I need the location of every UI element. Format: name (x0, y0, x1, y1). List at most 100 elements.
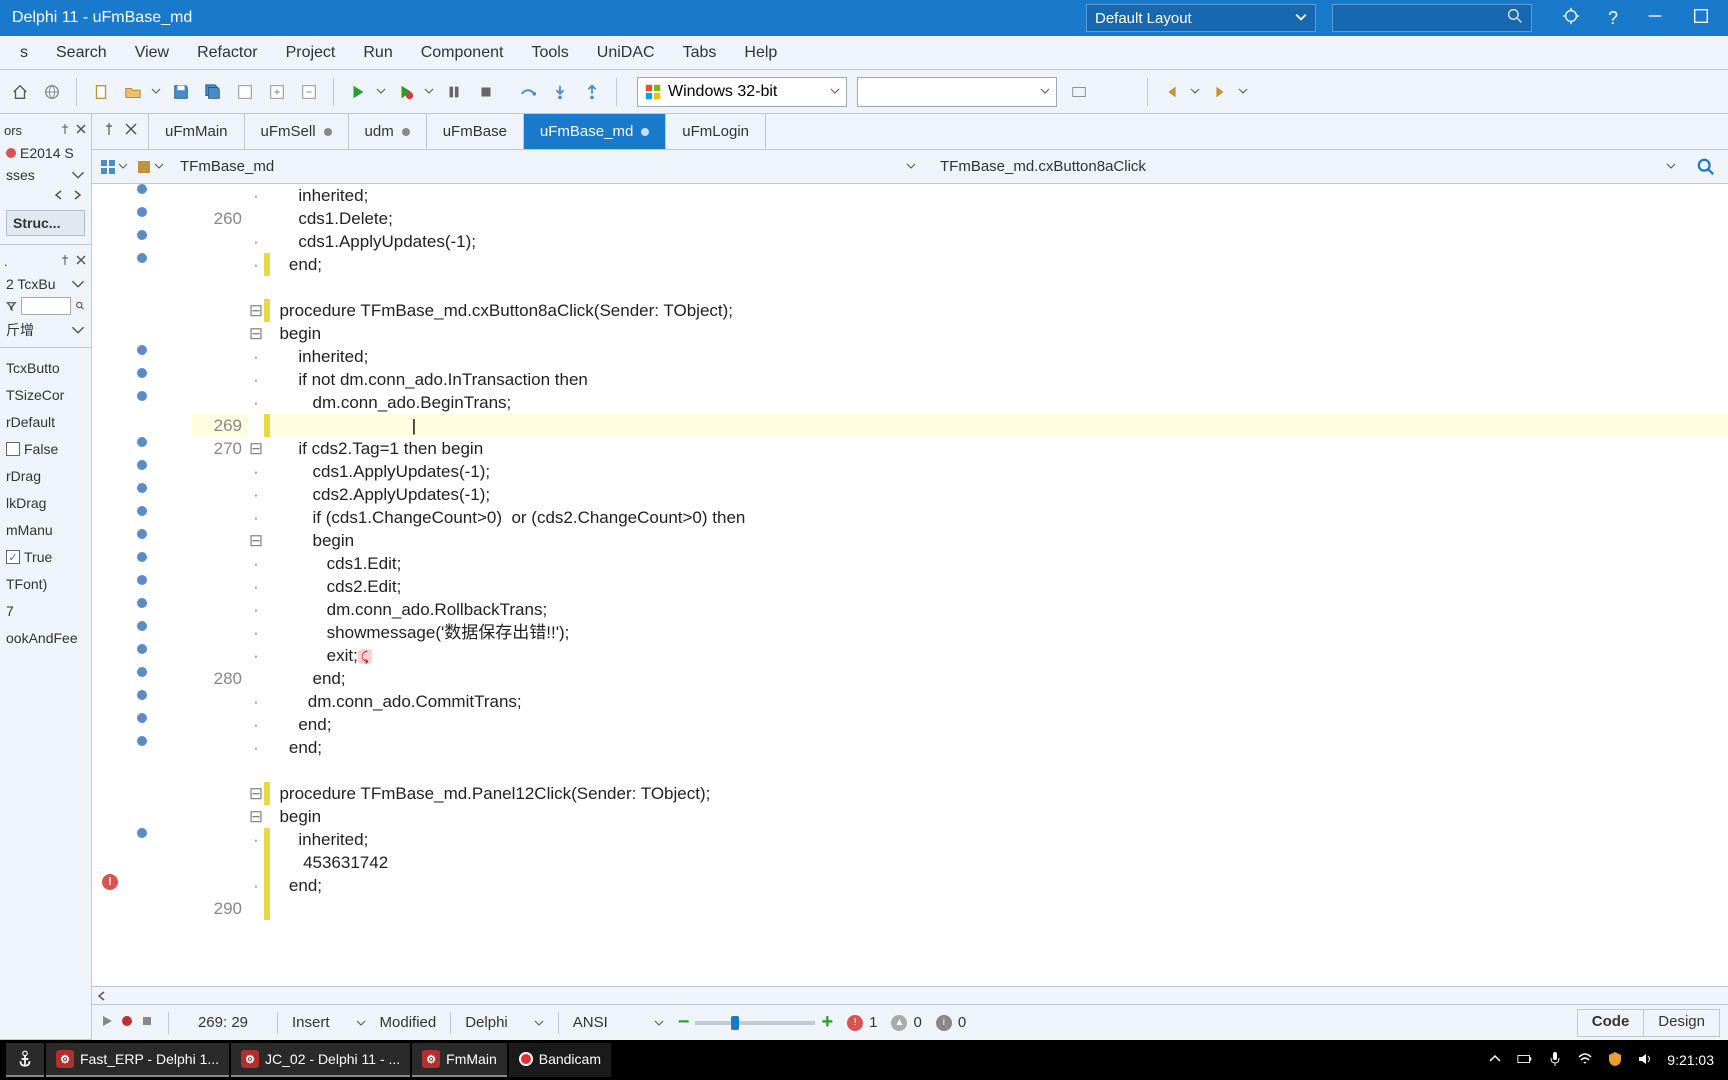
filter-icon[interactable] (6, 298, 17, 314)
taskbar-item[interactable]: Bandicam (509, 1043, 611, 1077)
save-all-icon[interactable] (199, 78, 227, 106)
pin-icon[interactable] (59, 254, 71, 269)
file-tab-uFmBase[interactable]: uFmBase (427, 114, 524, 149)
insert-mode-combo[interactable]: Insert (292, 1014, 366, 1031)
open-dropdown[interactable] (151, 83, 163, 101)
file-tab-udm[interactable]: udm (349, 114, 427, 149)
close-icon[interactable] (75, 254, 87, 269)
taskbar-item[interactable]: ⚙Fast_ERP - Delphi 1... (46, 1043, 229, 1077)
scroll-left-icon[interactable] (96, 989, 108, 1007)
clock[interactable]: 9:21:03 (1667, 1052, 1714, 1068)
panel-item[interactable]: sses (4, 164, 87, 186)
members-icon[interactable] (136, 158, 164, 175)
menu-item-run[interactable]: Run (349, 38, 406, 68)
stop-icon[interactable] (472, 78, 500, 106)
device-combo[interactable] (857, 77, 1057, 107)
taskbar-item[interactable] (6, 1043, 44, 1077)
menu-item-tabs[interactable]: Tabs (669, 38, 731, 68)
property-item[interactable]: False (4, 433, 87, 460)
zoom-out-icon[interactable]: − (678, 1011, 690, 1034)
run-dropdown[interactable] (376, 83, 388, 101)
panel-item[interactable]: 2 TcxBu (4, 273, 87, 295)
macro-record-icon[interactable] (120, 1014, 134, 1032)
open-unit-icon[interactable] (231, 78, 259, 106)
battery-icon[interactable] (1517, 1051, 1533, 1070)
help-icon[interactable]: ? (1608, 8, 1618, 29)
panel-item[interactable]: 斤增 (4, 317, 87, 343)
filter-input[interactable] (21, 297, 71, 315)
speaker-icon[interactable] (1637, 1051, 1653, 1070)
project-remove-icon[interactable] (295, 78, 323, 106)
wifi-icon[interactable] (1577, 1051, 1593, 1070)
project-add-icon[interactable] (263, 78, 291, 106)
structure-button[interactable]: Struc... (6, 210, 85, 236)
taskbar-item[interactable]: ⚙JC_02 - Delphi 11 - ... (231, 1043, 410, 1077)
property-item[interactable]: TSizeCor (4, 379, 87, 406)
layout-combo[interactable]: Default Layout (1086, 4, 1316, 32)
nav-back-icon[interactable] (1158, 78, 1186, 106)
close-icon[interactable] (124, 122, 138, 141)
encoding-combo[interactable]: ANSI (573, 1014, 664, 1031)
search-icon[interactable] (1692, 153, 1720, 181)
taskbar-item[interactable]: ⚙FmMain (412, 1043, 507, 1077)
types-icon[interactable] (100, 158, 128, 175)
property-item[interactable]: mManu (4, 514, 87, 541)
maximize-icon[interactable] (1692, 7, 1710, 30)
run-debug-icon[interactable] (392, 78, 420, 106)
menu-item-tools[interactable]: Tools (517, 38, 582, 68)
nav-right-icon[interactable] (71, 188, 83, 204)
menu-item-refactor[interactable]: Refactor (183, 38, 271, 68)
step-out-icon[interactable] (578, 78, 606, 106)
minimize-icon[interactable] (1646, 7, 1664, 30)
macro-stop-icon[interactable] (140, 1014, 154, 1032)
horizontal-scrollbar[interactable] (92, 986, 1728, 1004)
security-icon[interactable] (1607, 1051, 1623, 1070)
file-tab-uFmBase_md[interactable]: uFmBase_md (524, 114, 666, 149)
property-item[interactable]: rDrag (4, 460, 87, 487)
error-count[interactable]: !1 (847, 1014, 877, 1031)
pause-icon[interactable] (440, 78, 468, 106)
zoom-in-icon[interactable]: + (821, 1011, 833, 1034)
new-icon[interactable] (87, 78, 115, 106)
file-tab-uFmSell[interactable]: uFmSell (245, 114, 349, 149)
nav-fwd-dropdown[interactable] (1238, 83, 1250, 101)
pin-icon[interactable] (59, 123, 71, 138)
menu-item-help[interactable]: Help (730, 38, 791, 68)
menu-item-component[interactable]: Component (407, 38, 518, 68)
platform-combo[interactable]: Windows 32-bit (637, 77, 847, 107)
code-tab[interactable]: Code (1578, 1010, 1645, 1036)
close-icon[interactable] (75, 123, 87, 138)
ide-search-box[interactable] (1332, 4, 1532, 32)
menu-item-search[interactable]: Search (42, 38, 121, 68)
step-into-icon[interactable] (546, 78, 574, 106)
globe-icon[interactable] (38, 78, 66, 106)
file-tab-uFmMain[interactable]: uFmMain (149, 114, 245, 149)
run-icon[interactable] (344, 78, 372, 106)
property-item[interactable]: 7 (4, 595, 87, 622)
nav-left-icon[interactable] (53, 188, 65, 204)
getit-icon[interactable] (1562, 7, 1580, 30)
language-combo[interactable]: Delphi (465, 1014, 544, 1031)
method-combo[interactable]: TFmBase_md.cxButton8aClick (932, 158, 1684, 175)
design-tab[interactable]: Design (1644, 1010, 1719, 1036)
deploy-icon[interactable] (1065, 78, 1093, 106)
step-over-icon[interactable] (514, 78, 542, 106)
pin-icon[interactable] (102, 122, 116, 141)
property-item[interactable]: lkDrag (4, 487, 87, 514)
info-count[interactable]: i0 (936, 1014, 966, 1031)
file-tab-uFmLogin[interactable]: uFmLogin (666, 114, 766, 149)
menu-item-s[interactable]: s (6, 38, 42, 68)
menu-item-view[interactable]: View (121, 38, 183, 68)
class-combo[interactable]: TFmBase_md (172, 158, 924, 175)
nav-fwd-icon[interactable] (1206, 78, 1234, 106)
menu-item-project[interactable]: Project (272, 38, 350, 68)
property-item[interactable]: ✓True (4, 541, 87, 568)
save-icon[interactable] (167, 78, 195, 106)
error-item[interactable]: E2014 S (4, 142, 87, 164)
run-debug-dropdown[interactable] (424, 83, 436, 101)
property-item[interactable]: TFont) (4, 568, 87, 595)
tray-up-icon[interactable] (1487, 1051, 1503, 1070)
zoom-slider[interactable]: − + (678, 1011, 833, 1034)
search-icon[interactable] (75, 298, 86, 314)
menu-item-unidac[interactable]: UniDAC (583, 38, 669, 68)
